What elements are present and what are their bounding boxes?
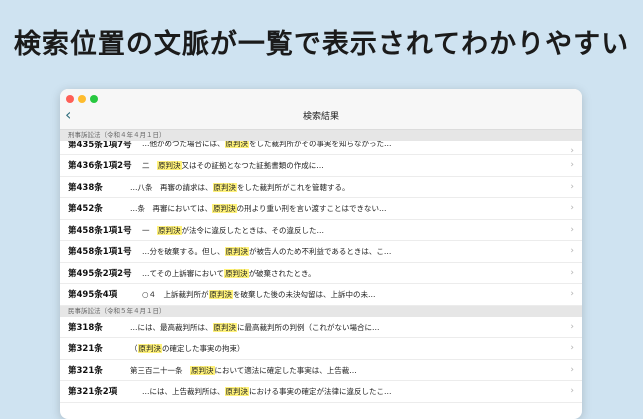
chevron-right-icon: › (570, 203, 574, 213)
result-row[interactable]: 第435条1項7号 …他がめつた場合には、原判決をした裁判所がその事実を知らなかっ… (60, 141, 582, 155)
section-header: 刑事訴訟法（令和４年４月１日） (60, 130, 582, 141)
context-snippet: …てその上訴審において原判決が破棄されたとき。 (142, 268, 316, 278)
chevron-right-icon: › (570, 160, 574, 170)
search-term-highlight: 原判決 (137, 344, 162, 353)
context-snippet: （原判決の確定した事実の拘束） (130, 344, 245, 353)
article-number: 第495条2項2号 (68, 268, 132, 279)
search-term-highlight: 原判決 (224, 268, 249, 278)
article-number: 第321条 (68, 365, 103, 376)
chevron-right-icon: › (570, 343, 574, 353)
headline: 検索位置の文脈が一覧で表示されてわかりやすい (13, 29, 630, 60)
chevron-right-icon: › (570, 289, 574, 299)
result-row[interactable]: 第318条 …には、最高裁判所は、原判決に最高裁判所の判例（これがない場合に… › (60, 316, 582, 338)
article-number: 第435条1項7号 (68, 141, 132, 150)
search-term-highlight: 原判決 (157, 225, 182, 235)
chevron-right-icon: › (570, 224, 574, 235)
chevron-right-icon: › (570, 267, 574, 278)
result-row[interactable]: 第495条2項2号 …てその上訴審において原判決が破棄されたとき。 › (60, 262, 582, 284)
search-term-highlight: 原判決 (212, 204, 237, 213)
article-number: 第438条 (68, 182, 103, 193)
article-number: 第318条 (68, 322, 103, 333)
results-list[interactable]: 刑事訴訟法（令和４年４月１日） 第435条1項7号 …他がめつた場合には、原判決をし… (60, 130, 582, 403)
context-snippet: 一 原判決が法令に違反したときは、その違反した… (142, 225, 324, 235)
zoom-window-button[interactable] (90, 95, 98, 103)
context-snippet: 二 原判決又はその証拠となつた証拠書類の作成に… (142, 161, 324, 170)
search-term-highlight: 原判決 (224, 387, 249, 396)
title-bar: ‹ 検索結果 (60, 89, 582, 130)
result-row[interactable]: 第321条 （原判決の確定した事実の拘束） › (60, 338, 582, 360)
context-snippet: …条 再審においては、原判決の刑より重い刑を言い渡すことはできない… (130, 204, 387, 213)
article-number: 第458条1項1号 (68, 247, 132, 257)
result-row[interactable]: 第495条4項 ○４ 上訴裁判所が原判決を破棄した後の未決勾留は、上訴中の未… › (60, 284, 582, 306)
close-window-button[interactable] (66, 95, 74, 103)
chevron-right-icon: › (570, 246, 574, 256)
result-row[interactable]: 第436条1項2号 二 原判決又はその証拠となつた証拠書類の作成に… › (60, 155, 582, 177)
chevron-right-icon: › (570, 321, 574, 332)
search-term-highlight: 原判決 (208, 290, 234, 299)
result-row[interactable]: 第458条1項1号一 原判決が法令に違反したときは、その違反した… › (60, 219, 582, 241)
context-snippet: …八条 再審の請求は、原判決をした裁判所がこれを管轄する。 (130, 182, 350, 192)
search-term-highlight: 原判決 (224, 247, 249, 256)
context-snippet: …には、上告裁判所は、原判決における事実の確定が法律に違反したこ… (142, 387, 392, 396)
chevron-right-icon: › (570, 386, 574, 396)
article-number: 第452条 (68, 204, 103, 214)
result-row[interactable]: 第438条 …八条 再審の請求は、原判決をした裁判所がこれを管轄する。 › (60, 176, 582, 198)
app-window: ‹ 検索結果 刑事訴訟法（令和４年４月１日） 第435条1項7号 …他がめつた場合に… (60, 89, 582, 419)
search-term-highlight: 原判決 (190, 365, 215, 375)
minimize-window-button[interactable] (78, 95, 86, 103)
article-number: 第436条1項2号 (68, 161, 132, 171)
context-snippet: …分を破棄する。但し、原判決が被告人のため不利益であるときは、こ… (142, 247, 392, 256)
result-row[interactable]: 第458条1項1号 …分を破棄する。但し、原判決が被告人のため不利益であるときは、… (60, 241, 582, 263)
article-number: 第321条 (68, 344, 103, 354)
article-number: 第495条4項 (68, 290, 118, 300)
chevron-right-icon: › (570, 146, 574, 155)
context-snippet: …には、最高裁判所は、原判決に最高裁判所の判例（これがない場合に… (130, 322, 380, 332)
result-row[interactable]: 第452条 …条 再審においては、原判決の刑より重い刑を言い渡すことはできない… › (60, 198, 582, 220)
section-header: 民事訴訟法（令和５年４月１日） (60, 305, 582, 317)
search-term-highlight: 原判決 (224, 141, 249, 148)
chevron-right-icon: › (570, 181, 574, 192)
search-term-highlight: 原判決 (212, 322, 237, 332)
chevron-right-icon: › (570, 364, 574, 375)
result-row[interactable]: 第321条 第三百二十一条 原判決において適法に確定した事実は、上告裁… › (60, 359, 582, 381)
search-term-highlight: 原判決 (212, 182, 237, 192)
search-term-highlight: 原判決 (157, 161, 182, 170)
context-snippet: …他がめつた場合には、原判決をした裁判所がその事実を知らなかった… (142, 141, 392, 148)
window-title: 検索結果 (302, 112, 339, 122)
article-number: 第321条2項 (68, 387, 118, 397)
article-number: 第458条1項1号 (68, 225, 132, 236)
context-snippet: ○４ 上訴裁判所が原判決を破棄した後の未決勾留は、上訴中の未… (142, 290, 376, 299)
context-snippet: 第三百二十一条 原判決において適法に確定した事実は、上告裁… (130, 365, 357, 375)
result-row[interactable]: 第321条2項 …には、上告裁判所は、原判決における事実の確定が法律に違反したこ…… (60, 381, 582, 403)
